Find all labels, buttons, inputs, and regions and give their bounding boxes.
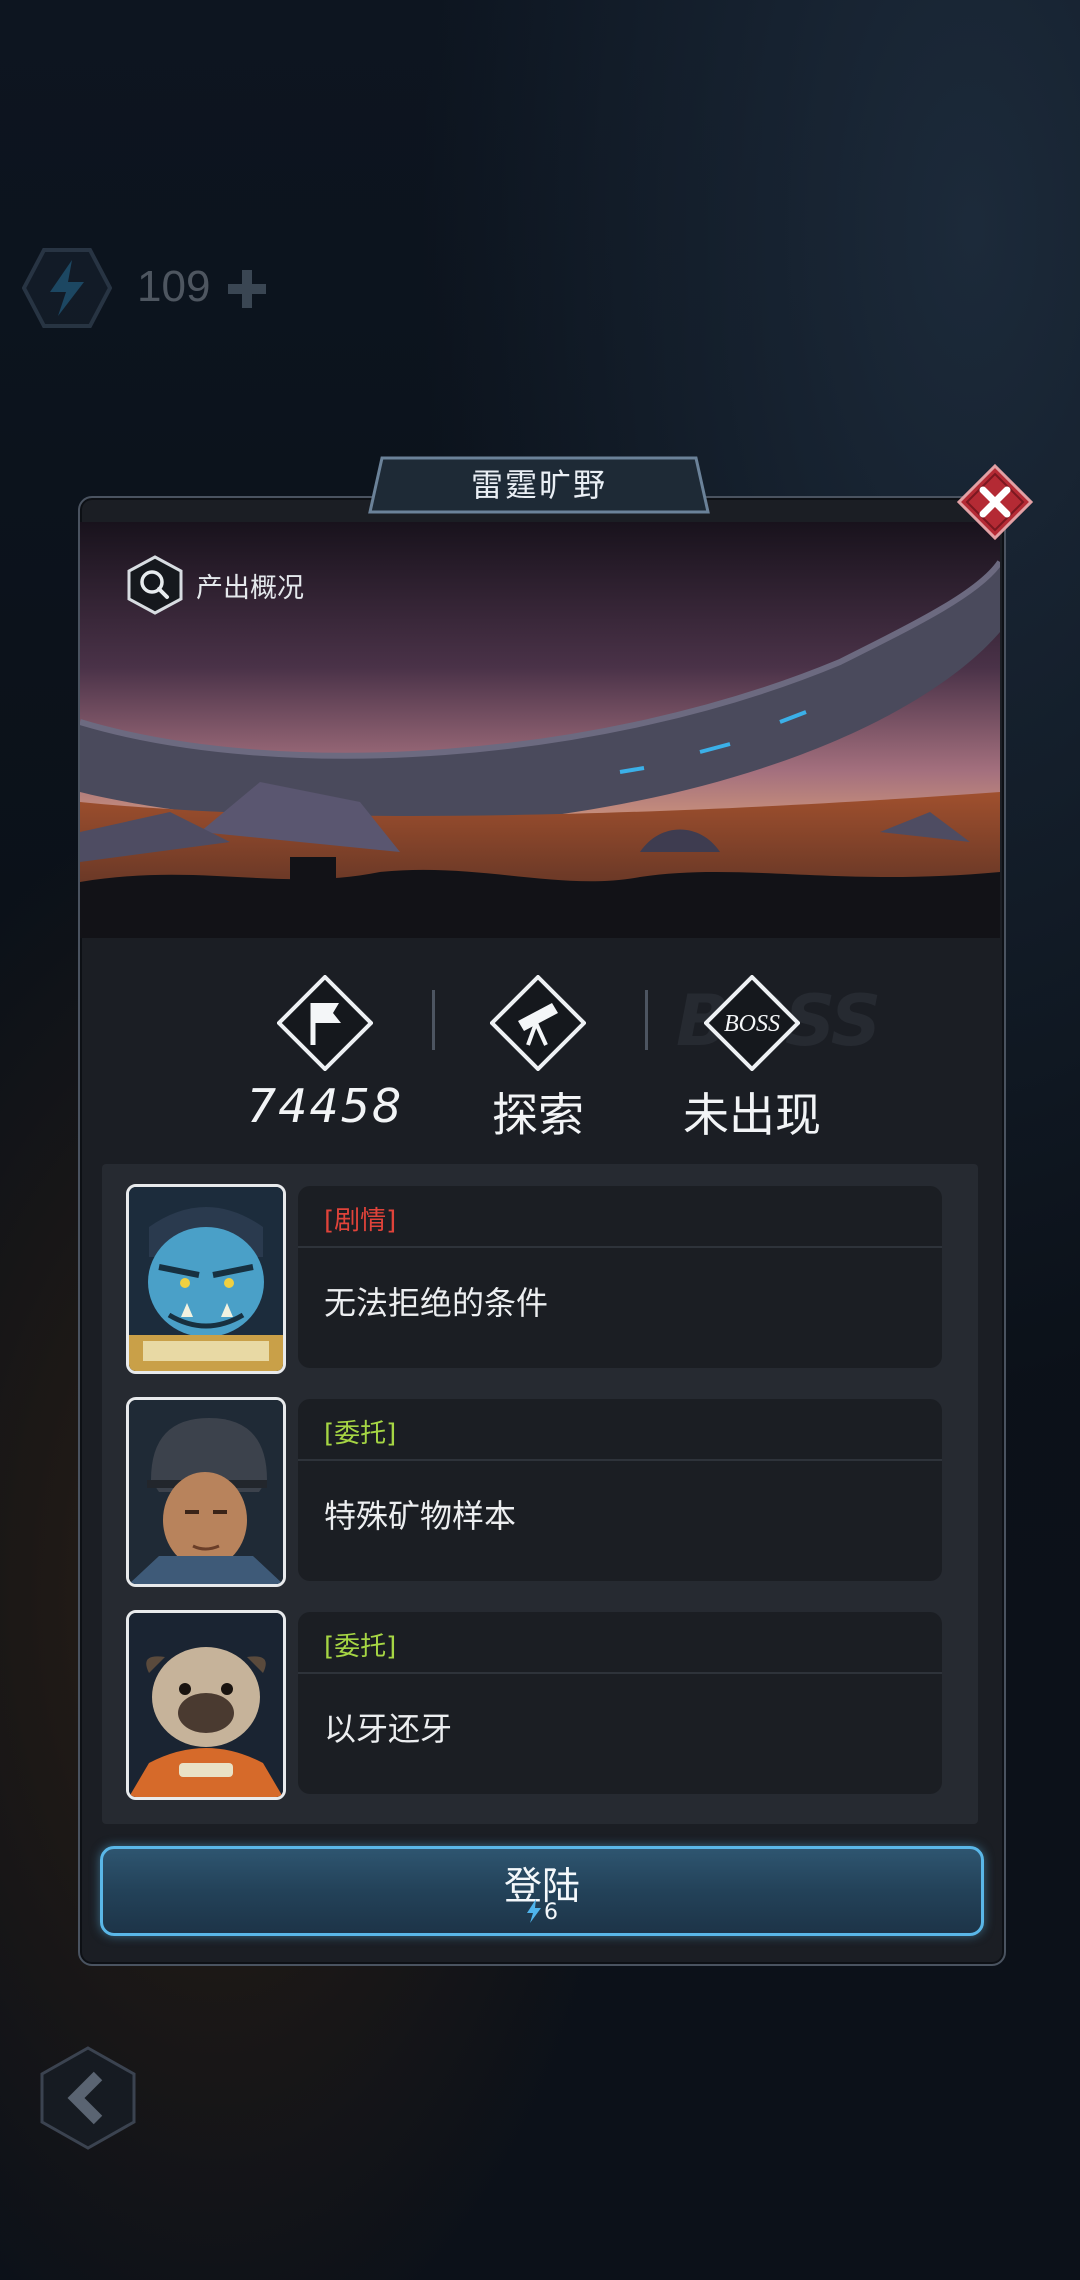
quest-title: 特殊矿物样本 [324,1497,517,1535]
portrait-helmeted-soldier [126,1397,286,1587]
energy-display: 109 [22,242,266,334]
login-cost-value: 6 [544,1900,558,1925]
telescope-icon [489,974,587,1072]
quest-card[interactable]: [剧情] 无法拒绝的条件 [298,1186,942,1368]
flag-icon [276,974,374,1072]
stat-explore: 探索 [438,974,638,1145]
yield-overview-label: 产出概况 [196,572,304,604]
list-item[interactable]: [委托] 以牙还牙 [126,1610,942,1800]
search-icon [127,555,183,615]
divider [645,990,648,1050]
back-chevron-icon[interactable] [36,2044,140,2152]
quest-title: 无法拒绝的条件 [324,1284,549,1322]
quest-card[interactable]: [委托] 特殊矿物样本 [298,1399,942,1581]
quest-list: [剧情] 无法拒绝的条件 [委托] 特殊矿物样本 [委托] 以牙还牙 [102,1164,978,1824]
quest-card[interactable]: [委托] 以牙还牙 [298,1612,942,1794]
list-item[interactable]: [剧情] 无法拒绝的条件 [126,1184,942,1374]
login-button[interactable]: 登陆 6 [100,1846,984,1936]
list-item[interactable]: [委托] 特殊矿物样本 [126,1397,942,1587]
stat-progress-value: 74458 [246,1079,404,1133]
lightning-bolt-icon [527,1899,541,1923]
quest-title: 以牙还牙 [324,1710,453,1748]
dialog-title: 雷霆旷野 [470,466,607,504]
portrait-blue-orc [126,1184,286,1374]
divider [298,1672,942,1674]
dialog-title-tab: 雷霆旷野 [368,456,710,514]
portrait-pug-astronaut [126,1610,286,1800]
stat-progress: 74458 [225,974,425,1133]
lightning-bolt-icon [22,248,112,328]
stat-explore-value: 探索 [492,1088,584,1142]
boss-icon-text: BOSS [724,1011,780,1037]
divider [298,1246,942,1248]
close-icon[interactable] [955,462,1035,542]
quest-tag: [委托] [324,1419,397,1449]
login-cost: 6 [103,1899,981,1925]
energy-value: 109 [137,262,211,311]
quest-tag: [剧情] [324,1206,397,1236]
divider [298,1459,942,1461]
plus-icon[interactable] [222,264,272,314]
boss-icon: BOSS [703,974,801,1072]
divider [432,990,435,1050]
quest-tag: [委托] [324,1632,397,1662]
stat-boss: BOSS 未出现 [652,974,852,1145]
yield-overview-button[interactable]: 产出概况 [126,553,304,617]
stat-boss-value: 未出现 [683,1088,821,1142]
